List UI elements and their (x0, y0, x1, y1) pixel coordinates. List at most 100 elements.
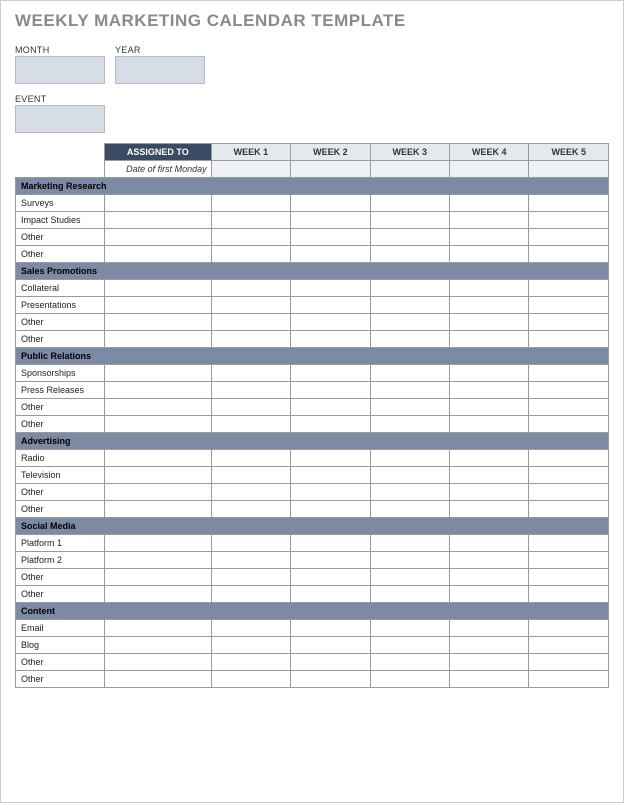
assigned-cell[interactable] (104, 484, 211, 501)
week-cell[interactable] (529, 382, 609, 399)
week-cell[interactable] (450, 365, 529, 382)
week-cell[interactable] (529, 501, 609, 518)
week-cell[interactable] (291, 484, 370, 501)
week-cell[interactable] (211, 365, 290, 382)
week-cell[interactable] (529, 552, 609, 569)
week-cell[interactable] (450, 484, 529, 501)
week-cell[interactable] (291, 416, 370, 433)
assigned-cell[interactable] (104, 246, 211, 263)
week-cell[interactable] (370, 484, 449, 501)
week-cell[interactable] (529, 671, 609, 688)
week-cell[interactable] (450, 552, 529, 569)
week-cell[interactable] (211, 569, 290, 586)
week-cell[interactable] (370, 382, 449, 399)
week-cell[interactable] (291, 314, 370, 331)
date-first-monday-cell[interactable] (370, 161, 449, 178)
assigned-cell[interactable] (104, 671, 211, 688)
week-cell[interactable] (370, 535, 449, 552)
assigned-cell[interactable] (104, 195, 211, 212)
week-cell[interactable] (370, 467, 449, 484)
week-cell[interactable] (450, 671, 529, 688)
week-cell[interactable] (370, 331, 449, 348)
week-cell[interactable] (370, 399, 449, 416)
week-cell[interactable] (450, 195, 529, 212)
week-cell[interactable] (370, 246, 449, 263)
week-cell[interactable] (370, 229, 449, 246)
week-cell[interactable] (370, 280, 449, 297)
assigned-cell[interactable] (104, 365, 211, 382)
assigned-cell[interactable] (104, 382, 211, 399)
week-cell[interactable] (291, 586, 370, 603)
week-cell[interactable] (450, 280, 529, 297)
year-input[interactable] (115, 56, 205, 84)
week-cell[interactable] (211, 450, 290, 467)
week-cell[interactable] (529, 297, 609, 314)
week-cell[interactable] (370, 586, 449, 603)
week-cell[interactable] (370, 195, 449, 212)
week-cell[interactable] (450, 399, 529, 416)
week-cell[interactable] (450, 586, 529, 603)
month-input[interactable] (15, 56, 105, 84)
event-input[interactable] (15, 105, 105, 133)
week-cell[interactable] (529, 569, 609, 586)
assigned-cell[interactable] (104, 331, 211, 348)
week-cell[interactable] (370, 450, 449, 467)
week-cell[interactable] (211, 229, 290, 246)
week-cell[interactable] (291, 382, 370, 399)
week-cell[interactable] (450, 382, 529, 399)
week-cell[interactable] (450, 314, 529, 331)
week-cell[interactable] (529, 314, 609, 331)
week-cell[interactable] (450, 569, 529, 586)
week-cell[interactable] (529, 416, 609, 433)
week-cell[interactable] (370, 297, 449, 314)
week-cell[interactable] (370, 637, 449, 654)
week-cell[interactable] (291, 246, 370, 263)
assigned-cell[interactable] (104, 501, 211, 518)
week-cell[interactable] (291, 450, 370, 467)
week-cell[interactable] (211, 535, 290, 552)
week-cell[interactable] (211, 484, 290, 501)
week-cell[interactable] (529, 535, 609, 552)
week-cell[interactable] (529, 450, 609, 467)
week-cell[interactable] (450, 620, 529, 637)
week-cell[interactable] (291, 552, 370, 569)
week-cell[interactable] (211, 654, 290, 671)
week-cell[interactable] (291, 365, 370, 382)
week-cell[interactable] (370, 654, 449, 671)
week-cell[interactable] (211, 586, 290, 603)
assigned-cell[interactable] (104, 535, 211, 552)
week-cell[interactable] (370, 416, 449, 433)
date-first-monday-cell[interactable] (450, 161, 529, 178)
week-cell[interactable] (450, 535, 529, 552)
assigned-cell[interactable] (104, 637, 211, 654)
week-cell[interactable] (291, 280, 370, 297)
week-cell[interactable] (370, 620, 449, 637)
assigned-cell[interactable] (104, 450, 211, 467)
week-cell[interactable] (211, 246, 290, 263)
week-cell[interactable] (291, 297, 370, 314)
assigned-cell[interactable] (104, 297, 211, 314)
week-cell[interactable] (211, 382, 290, 399)
week-cell[interactable] (291, 501, 370, 518)
week-cell[interactable] (529, 637, 609, 654)
week-cell[interactable] (291, 620, 370, 637)
week-cell[interactable] (529, 654, 609, 671)
week-cell[interactable] (450, 501, 529, 518)
week-cell[interactable] (291, 654, 370, 671)
week-cell[interactable] (529, 399, 609, 416)
week-cell[interactable] (370, 569, 449, 586)
date-first-monday-cell[interactable] (211, 161, 290, 178)
week-cell[interactable] (291, 671, 370, 688)
week-cell[interactable] (291, 637, 370, 654)
week-cell[interactable] (291, 467, 370, 484)
assigned-cell[interactable] (104, 416, 211, 433)
week-cell[interactable] (211, 637, 290, 654)
week-cell[interactable] (529, 195, 609, 212)
week-cell[interactable] (291, 212, 370, 229)
week-cell[interactable] (450, 637, 529, 654)
week-cell[interactable] (529, 280, 609, 297)
week-cell[interactable] (211, 671, 290, 688)
week-cell[interactable] (211, 620, 290, 637)
week-cell[interactable] (450, 331, 529, 348)
assigned-cell[interactable] (104, 620, 211, 637)
